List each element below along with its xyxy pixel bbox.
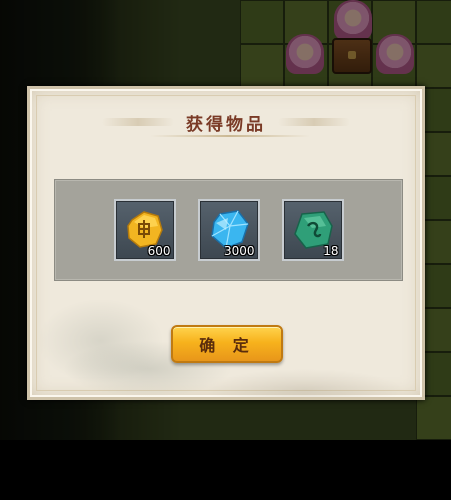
map-tile (416, 396, 451, 440)
dialog-header: 获得物品 (30, 105, 422, 139)
item-quantity: 600 (147, 244, 171, 258)
enemy-figure (376, 34, 414, 74)
game-screen: 获得物品 600 3000 18 确 定 (0, 0, 451, 500)
map-tile (240, 0, 284, 44)
title-flourish-left (102, 118, 174, 126)
confirm-button[interactable]: 确 定 (171, 325, 283, 363)
enemy-figure (334, 0, 372, 40)
dialog-title: 获得物品 (186, 114, 266, 135)
reward-items-panel: 600 3000 18 (54, 179, 403, 281)
map-tile (416, 44, 451, 88)
treasure-chest-icon (332, 38, 372, 74)
reward-dialog: 获得物品 600 3000 18 确 定 (27, 86, 425, 400)
item-slot-gold[interactable]: 600 (113, 199, 176, 261)
map-tile (416, 0, 451, 44)
bottom-black-bar (0, 440, 451, 500)
item-quantity: 3000 (223, 244, 255, 258)
enemy-figure (286, 34, 324, 74)
item-quantity: 18 (323, 244, 339, 258)
title-divider (150, 135, 310, 137)
item-slot-crystal[interactable]: 3000 (197, 199, 260, 261)
map-tile (240, 44, 284, 88)
confirm-button-label: 确 定 (199, 336, 255, 355)
title-flourish-right (278, 118, 350, 126)
item-slot-jade[interactable]: 18 (281, 199, 344, 261)
